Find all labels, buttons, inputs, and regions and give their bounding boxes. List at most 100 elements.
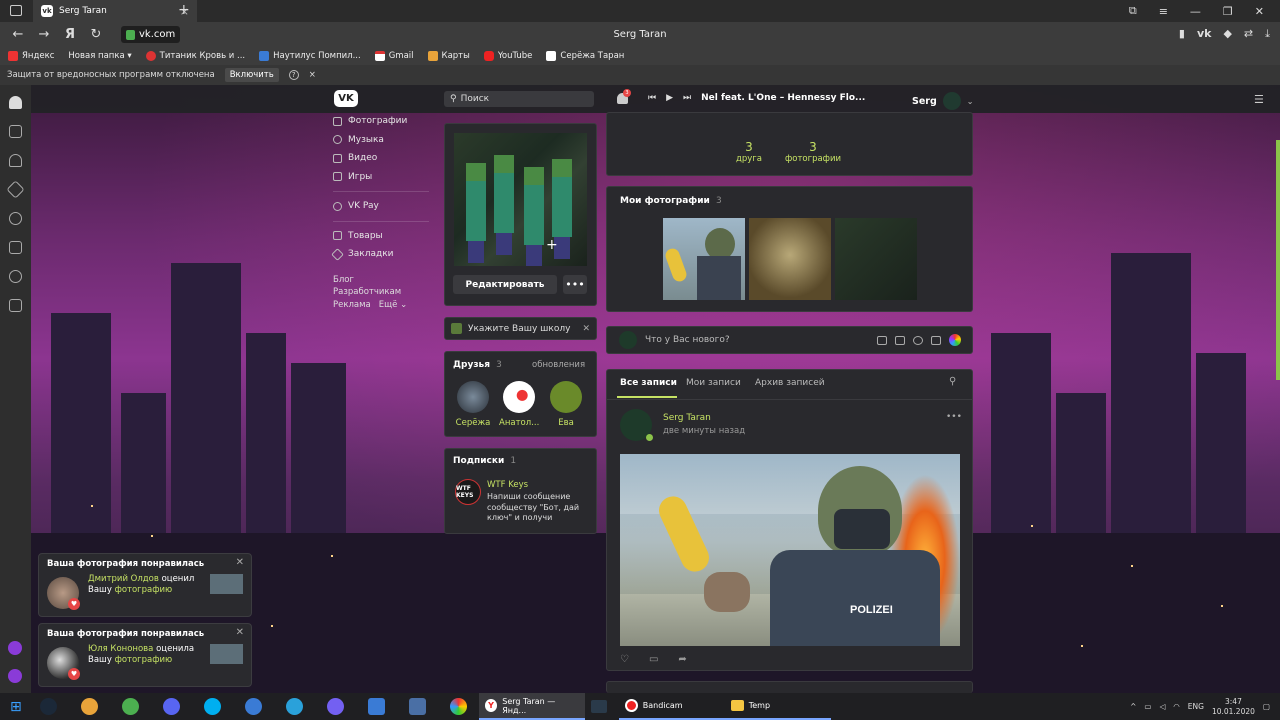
- help-icon[interactable]: ?: [288, 70, 299, 80]
- footer-link-blog[interactable]: Блог: [333, 274, 433, 287]
- footer-link-dev[interactable]: Разработчикам: [333, 286, 433, 299]
- torrent-icon[interactable]: [121, 698, 139, 715]
- subscriptions-title[interactable]: Подписки 1: [453, 456, 516, 466]
- taskbar-task[interactable]: Bandicam: [618, 693, 725, 720]
- more-actions-button[interactable]: •••: [563, 275, 587, 294]
- alice-voice-icon[interactable]: [8, 669, 22, 683]
- app-icon[interactable]: [367, 698, 385, 715]
- bookmark-serg[interactable]: Серёжа Таран: [546, 51, 624, 61]
- maximize-icon[interactable]: ❐: [1223, 5, 1233, 18]
- bookmark-nautilus[interactable]: Наутилус Помпил...: [259, 51, 361, 61]
- bookmark-youtube[interactable]: YouTube: [483, 51, 532, 61]
- bookmark-gmail[interactable]: Gmail: [374, 51, 414, 61]
- tray-volume-icon[interactable]: ◁: [1159, 702, 1165, 711]
- post-author[interactable]: Serg Taran: [663, 413, 711, 423]
- notification-link[interactable]: фотографию: [115, 585, 173, 595]
- network-app-icon[interactable]: [408, 698, 426, 715]
- post-composer[interactable]: Что у Вас нового?: [606, 326, 973, 354]
- alice-icon[interactable]: [8, 641, 22, 655]
- search-icon[interactable]: ⚲: [949, 376, 956, 387]
- vk-extension-icon[interactable]: vk: [1197, 27, 1212, 41]
- photo-thumbnail[interactable]: [210, 574, 243, 594]
- reload-icon[interactable]: ↻: [83, 27, 109, 42]
- counter-photos[interactable]: 3 фотографии: [778, 140, 848, 164]
- bookmark-yandex[interactable]: Яндекс: [8, 51, 54, 61]
- friends-title[interactable]: Друзья 3: [453, 360, 502, 370]
- like-notification[interactable]: Ваша фотография понравилась ✕ ♥ Юля Коно…: [38, 623, 252, 687]
- back-icon[interactable]: ←: [5, 27, 31, 42]
- close-window-icon[interactable]: ✕: [1255, 5, 1264, 18]
- page-scrollbar[interactable]: [1276, 140, 1280, 380]
- sub-name[interactable]: WTF Keys: [487, 480, 528, 490]
- counter-friends[interactable]: 3 друга: [730, 140, 768, 164]
- tab-archive[interactable]: Архив записей: [755, 378, 825, 388]
- taskbar-task[interactable]: Temp: [724, 693, 831, 720]
- camera-icon[interactable]: [877, 335, 887, 345]
- video-icon[interactable]: [9, 270, 22, 283]
- like-icon[interactable]: ♡: [620, 654, 629, 665]
- close-icon[interactable]: ✕: [236, 557, 244, 568]
- nav-item-photos[interactable]: Фотографии: [333, 112, 433, 131]
- share-icon[interactable]: ➦: [678, 654, 686, 665]
- url-field[interactable]: vk.com: [121, 26, 181, 43]
- skype-icon[interactable]: [203, 698, 221, 715]
- language-indicator[interactable]: ENG: [1188, 702, 1204, 711]
- notifications-icon[interactable]: [9, 154, 22, 167]
- text-format-icon[interactable]: [931, 335, 941, 345]
- school-prompt[interactable]: Укажите Вашу школу ✕: [444, 317, 597, 340]
- play-icon[interactable]: ▶: [666, 93, 673, 103]
- tabs-icon[interactable]: [10, 5, 22, 16]
- bookmark-maps[interactable]: Карты: [427, 51, 470, 61]
- tray-network-icon[interactable]: ▭: [1144, 702, 1151, 711]
- notification-link[interactable]: фотографию: [115, 655, 173, 665]
- history-icon[interactable]: [9, 212, 22, 225]
- nav-item-bookmarks[interactable]: Закладки: [331, 245, 433, 264]
- nav-item-vkpay[interactable]: VK Pay: [333, 197, 433, 216]
- bookmark-folder[interactable]: Новая папка ▾: [68, 51, 131, 61]
- enable-protection-button[interactable]: Включить: [224, 68, 279, 82]
- music-icon[interactable]: [913, 335, 923, 345]
- photo-thumbnail[interactable]: [749, 218, 831, 300]
- track-title[interactable]: Nel feat. L'One – Hennessy Flo...: [701, 93, 865, 103]
- next-track-icon[interactable]: ⏭: [683, 93, 691, 103]
- telegram-icon[interactable]: [285, 698, 303, 715]
- profile-photo[interactable]: +: [454, 133, 587, 266]
- notification-user[interactable]: Юля Кононова: [88, 644, 153, 654]
- friend-item[interactable]: Анатол...: [499, 381, 539, 428]
- friend-item[interactable]: Серёжа: [453, 381, 493, 428]
- prev-track-icon[interactable]: ⏮: [648, 93, 656, 103]
- forward-icon[interactable]: →: [31, 27, 57, 42]
- search-input[interactable]: ⚲ Поиск: [444, 91, 594, 107]
- translate-icon[interactable]: ⇄: [1244, 27, 1253, 41]
- bookmark-icon[interactable]: ▮: [1179, 27, 1185, 41]
- taskbar-task[interactable]: [585, 693, 619, 720]
- clock[interactable]: 3:47 10.01.2020: [1212, 697, 1255, 717]
- footer-link-ads[interactable]: Реклама: [333, 299, 371, 312]
- downloads-icon[interactable]: ⧉: [1129, 4, 1137, 18]
- app-icon[interactable]: [80, 698, 98, 715]
- download-icon[interactable]: ⤓: [1265, 27, 1270, 41]
- user-menu[interactable]: Serg ⌄: [912, 92, 973, 110]
- yandex-icon[interactable]: Я: [57, 27, 83, 42]
- bookmark-titanic[interactable]: Титаник Кровь и ...: [145, 51, 245, 61]
- close-icon[interactable]: ✕: [582, 324, 590, 334]
- settings-sliders-icon[interactable]: ☰: [1254, 93, 1264, 106]
- browser-tab[interactable]: vk Serg Taran ×: [33, 0, 197, 22]
- footer-link-more[interactable]: Ещё ⌄: [379, 299, 407, 312]
- close-icon[interactable]: ✕: [236, 627, 244, 638]
- windows-start-icon[interactable]: ⊞: [10, 699, 22, 715]
- profile-icon[interactable]: [9, 96, 22, 109]
- nav-item-video[interactable]: Видео: [333, 149, 433, 168]
- close-notice-icon[interactable]: ×: [309, 70, 316, 80]
- new-tab-icon[interactable]: +: [178, 2, 190, 18]
- notes-icon[interactable]: [9, 299, 22, 312]
- tab-my-posts[interactable]: Мои записи: [686, 378, 741, 388]
- action-center-icon[interactable]: ▢: [1263, 702, 1270, 711]
- post-menu-icon[interactable]: •••: [946, 412, 962, 422]
- chrome-icon[interactable]: [449, 698, 467, 715]
- nav-item-games[interactable]: Игры: [333, 168, 433, 187]
- collections-icon[interactable]: [9, 241, 22, 254]
- post-time[interactable]: две минуты назад: [663, 426, 745, 436]
- taskbar-task[interactable]: Y Serg Taran — Янд...: [478, 693, 585, 720]
- like-notification[interactable]: Ваша фотография понравилась ✕ ♥ Дмитрий …: [38, 553, 252, 617]
